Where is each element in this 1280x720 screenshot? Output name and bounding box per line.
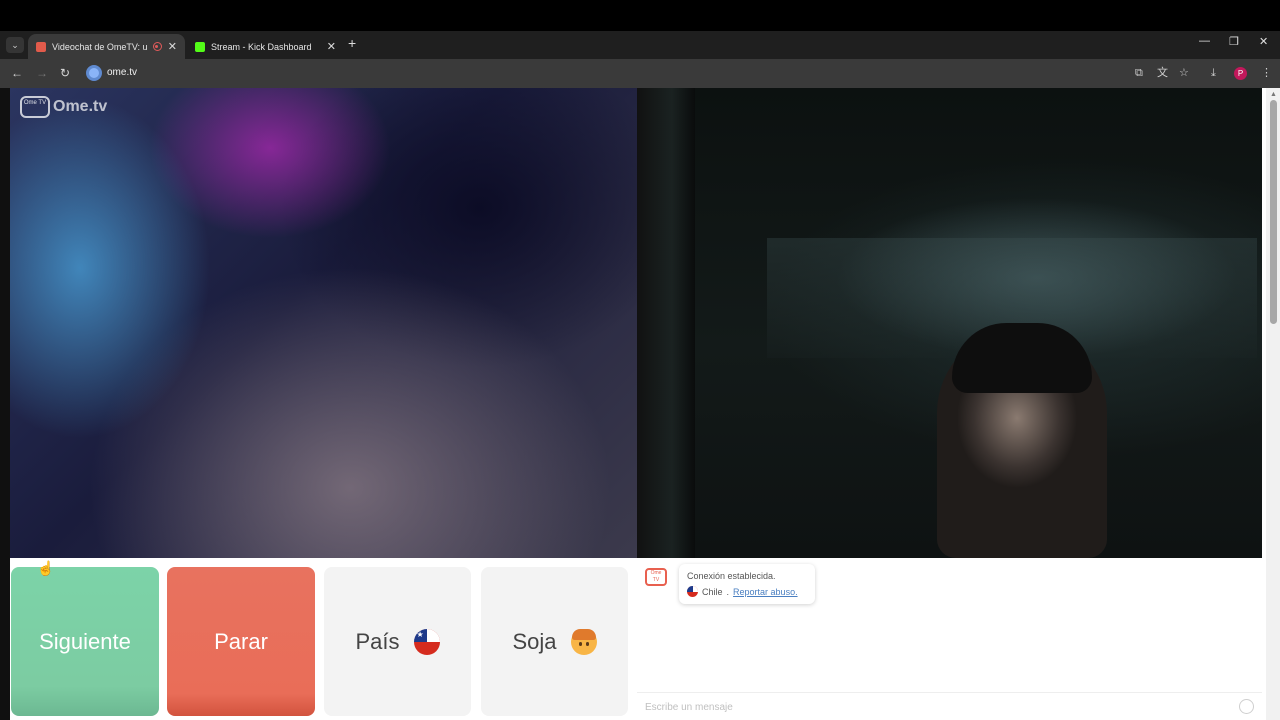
menu-icon[interactable]: ⋮ bbox=[1261, 66, 1272, 80]
partner-country: Chile bbox=[702, 586, 723, 597]
forward-icon[interactable]: → bbox=[36, 66, 48, 80]
screen-top-bar bbox=[0, 0, 1280, 31]
separator: . bbox=[726, 586, 730, 597]
scroll-up-icon[interactable]: ▲ bbox=[1270, 91, 1277, 98]
chile-flag-icon bbox=[687, 586, 698, 597]
bookmark-star-icon[interactable]: ☆ bbox=[1179, 66, 1189, 80]
profile-avatar[interactable]: P bbox=[1234, 67, 1247, 80]
system-message: Conexión establecida. Chile . Reportar a… bbox=[679, 564, 815, 604]
next-button-label: Siguiente bbox=[39, 628, 131, 654]
connection-status-text: Conexión establecida. bbox=[687, 571, 776, 581]
gender-filter-button[interactable]: Soja bbox=[481, 567, 628, 716]
url-text[interactable]: ome.tv bbox=[107, 67, 137, 78]
kick-favicon-icon bbox=[195, 41, 205, 52]
self-video bbox=[637, 88, 1262, 558]
ometv-favicon-icon bbox=[36, 41, 46, 52]
tab-kick[interactable]: Stream - Kick Dashboard ✕ bbox=[187, 34, 344, 59]
back-icon[interactable]: ← bbox=[11, 66, 23, 80]
minimize-icon[interactable]: — bbox=[1199, 35, 1210, 47]
country-filter-button[interactable]: País ★ bbox=[324, 567, 471, 716]
tab-strip: ⌄ Videochat de OmeTV: unu ✕ Stream - Kic… bbox=[0, 31, 1280, 59]
site-info-icon[interactable] bbox=[86, 65, 102, 81]
partner-video: Ome TV Ome.tv bbox=[10, 88, 637, 558]
message-input[interactable] bbox=[645, 699, 1225, 715]
restore-icon[interactable]: ❐ bbox=[1229, 35, 1239, 48]
tv-logo-icon: Ome TV bbox=[20, 96, 50, 118]
webcam-person-hair bbox=[952, 323, 1092, 393]
stop-button[interactable]: Parar bbox=[167, 567, 315, 716]
next-button[interactable]: Siguiente bbox=[11, 567, 159, 716]
close-window-icon[interactable]: ✕ bbox=[1259, 35, 1268, 48]
tab-title: Stream - Kick Dashboard bbox=[211, 41, 312, 52]
tab-search-icon[interactable]: ⌄ bbox=[6, 37, 24, 53]
page-edge bbox=[0, 88, 10, 720]
close-tab-icon[interactable]: ✕ bbox=[168, 40, 177, 53]
reload-icon[interactable]: ↻ bbox=[60, 66, 70, 80]
translate-icon[interactable]: 文 bbox=[1157, 66, 1168, 80]
report-abuse-link[interactable]: Reportar abuso. bbox=[733, 587, 798, 597]
download-icon[interactable]: ⤓ bbox=[1211, 66, 1216, 80]
chat-panel: Ome TV Conexión establecida. Chile . Repo… bbox=[637, 558, 1262, 720]
new-tab-icon[interactable]: + bbox=[348, 36, 356, 50]
ometv-logo: Ome TV Ome.tv bbox=[20, 96, 107, 118]
chile-flag-icon: ★ bbox=[413, 628, 440, 655]
hand-cursor-icon: ☝ bbox=[37, 560, 55, 576]
address-bar-row: ← → ↻ ome.tv ⧉ 文 ☆ ⤓ P ⋮ bbox=[0, 59, 1280, 88]
tab-title: Videochat de OmeTV: unu bbox=[52, 41, 147, 52]
scrollbar-thumb[interactable] bbox=[1270, 100, 1277, 324]
page-content: Ome TV Ome.tv Siguiente Parar País ★ Soj… bbox=[0, 88, 1280, 720]
boy-emoji-icon bbox=[570, 628, 597, 655]
video-background-post bbox=[637, 88, 695, 558]
ometv-avatar-icon: Ome TV bbox=[645, 568, 667, 586]
logo-text: Ome.tv bbox=[53, 98, 108, 115]
tab-ometv[interactable]: Videochat de OmeTV: unu ✕ bbox=[28, 34, 185, 59]
gender-button-label: Soja bbox=[512, 628, 557, 654]
cast-icon[interactable]: ⧉ bbox=[1135, 66, 1143, 80]
stop-button-label: Parar bbox=[214, 628, 268, 654]
emoji-icon[interactable] bbox=[1239, 699, 1254, 714]
chat-input-area bbox=[637, 692, 1262, 720]
recording-icon bbox=[152, 42, 162, 51]
close-tab-icon[interactable]: ✕ bbox=[327, 40, 336, 53]
country-button-label: País bbox=[355, 628, 400, 654]
